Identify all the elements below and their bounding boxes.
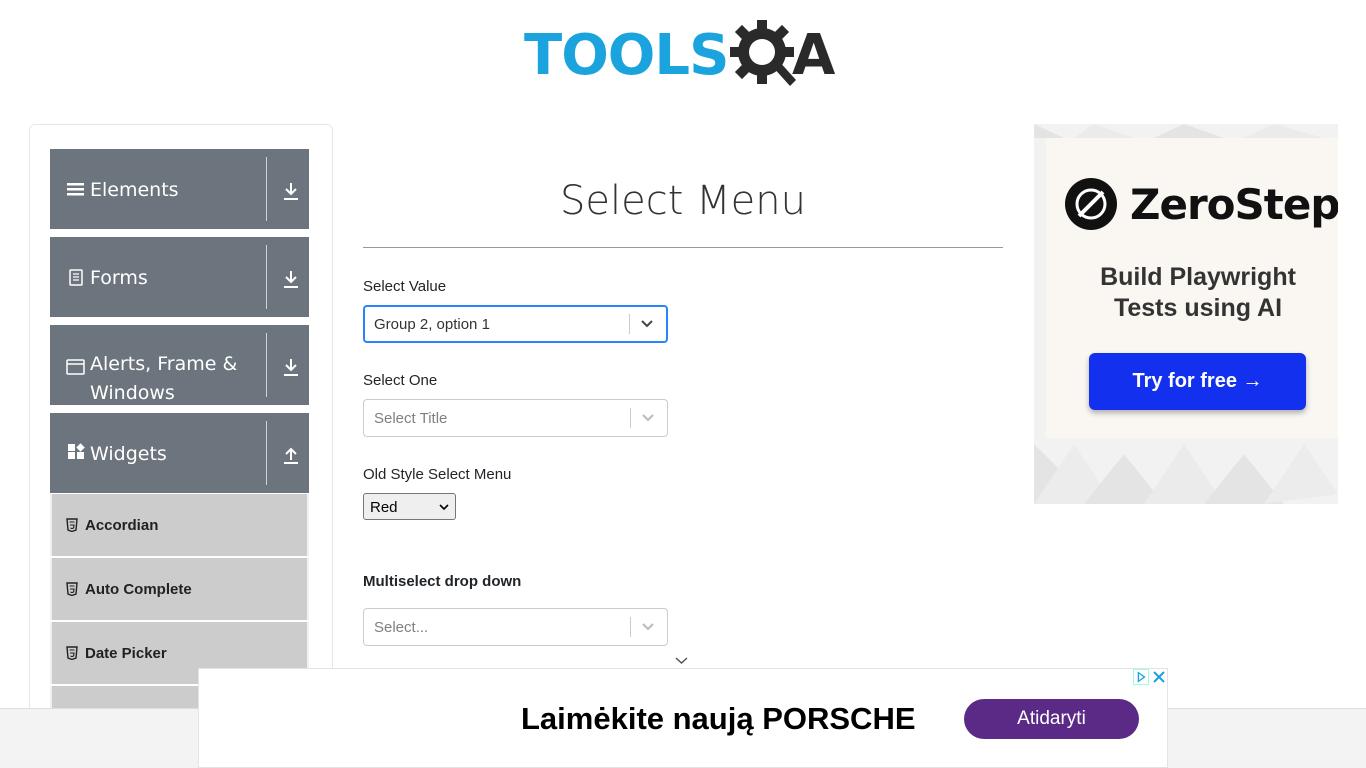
divider — [630, 408, 631, 428]
close-icon[interactable] — [1151, 669, 1167, 685]
zerostep-brand: ZeroStep — [1130, 180, 1338, 229]
select-one-placeholder: Select Title — [374, 410, 448, 427]
select-one-label: Select One — [363, 372, 438, 389]
multiselect-placeholder: Select... — [374, 619, 429, 636]
html5-icon — [66, 518, 78, 532]
tagline-line-2: Tests using AI — [1113, 294, 1283, 322]
old-style-select[interactable]: Red — [363, 493, 456, 520]
chevron-down-icon[interactable] — [641, 412, 655, 424]
divider — [266, 333, 267, 397]
chevron-down-icon[interactable] — [641, 621, 655, 633]
divider — [363, 247, 1003, 248]
page-title: Select Menu — [560, 178, 806, 224]
widgets-icon — [68, 443, 85, 459]
select-value-dropdown[interactable]: Group 2, option 1 — [363, 305, 668, 343]
sidebar-group-label: Widgets — [90, 443, 167, 465]
window-icon — [66, 359, 85, 375]
divider — [266, 157, 267, 221]
sidebar-group-label: Alerts, Frame & Windows — [90, 353, 238, 404]
sidebar-group-alerts[interactable]: Alerts, Frame & Windows — [50, 325, 309, 405]
chevron-down-icon[interactable] — [675, 656, 688, 665]
download-arrow-icon[interactable] — [282, 357, 300, 377]
upload-arrow-icon[interactable] — [282, 445, 300, 465]
select-value-current: Group 2, option 1 — [374, 316, 490, 333]
divider — [266, 245, 267, 309]
tagline-line-1: Build Playwright — [1100, 263, 1296, 291]
divider — [266, 421, 267, 485]
sidebar-group-widgets[interactable]: Widgets — [50, 413, 309, 493]
adchoices-icon[interactable] — [1133, 669, 1149, 685]
try-for-free-button[interactable]: Try for free → — [1089, 353, 1306, 410]
porsche-ad-banner[interactable]: Laimėkite naują PORSCHE Atidaryti — [198, 668, 1168, 768]
select-value-label: Select Value — [363, 278, 447, 295]
toolsqa-logo[interactable]: TOOLS A — [522, 14, 848, 92]
sidebar-item-accordian[interactable]: Accordian — [50, 494, 309, 556]
chevron-down-icon[interactable] — [640, 318, 654, 330]
old-style-value: Red — [370, 499, 398, 516]
sidebar-item-label: Auto Complete — [85, 581, 192, 598]
zerostep-ad[interactable]: ZeroStep Build Playwright Tests using AI… — [1034, 124, 1338, 504]
document-icon — [69, 269, 83, 286]
menu-icon — [67, 183, 84, 196]
sidebar-group-forms[interactable]: Forms — [50, 237, 309, 317]
select-one-dropdown[interactable]: Select Title — [363, 399, 668, 437]
multiselect-dropdown[interactable]: Select... — [363, 608, 668, 646]
divider — [629, 314, 630, 334]
chevron-down-icon — [439, 504, 449, 511]
zerostep-tagline: Build Playwright Tests using AI — [1046, 262, 1338, 324]
open-ad-button[interactable]: Atidaryti — [964, 699, 1139, 739]
sidebar-item-label: Accordian — [85, 517, 159, 534]
sidebar-item-label: Date Picker — [85, 645, 167, 662]
ad-headline: Laimėkite naują PORSCHE — [521, 701, 916, 736]
download-arrow-icon[interactable] — [282, 269, 300, 289]
sidebar-group-elements[interactable]: Elements — [50, 149, 309, 229]
sidebar-item-auto-complete[interactable]: Auto Complete — [50, 558, 309, 620]
logo-a-text: A — [792, 23, 836, 88]
html5-icon — [66, 646, 78, 660]
ad-card: ZeroStep Build Playwright Tests using AI… — [1046, 138, 1338, 438]
html5-icon — [66, 582, 78, 596]
zerostep-logo-icon — [1065, 178, 1117, 230]
divider — [630, 617, 631, 637]
logo-tools-text: TOOLS — [524, 23, 729, 88]
gear-magnifier-icon — [730, 20, 796, 86]
multiselect-label: Multiselect drop down — [363, 573, 522, 590]
sidebar-group-label: Elements — [90, 179, 179, 201]
sidebar-group-label: Forms — [90, 267, 148, 289]
download-arrow-icon[interactable] — [282, 181, 300, 201]
old-style-label: Old Style Select Menu — [363, 466, 512, 483]
